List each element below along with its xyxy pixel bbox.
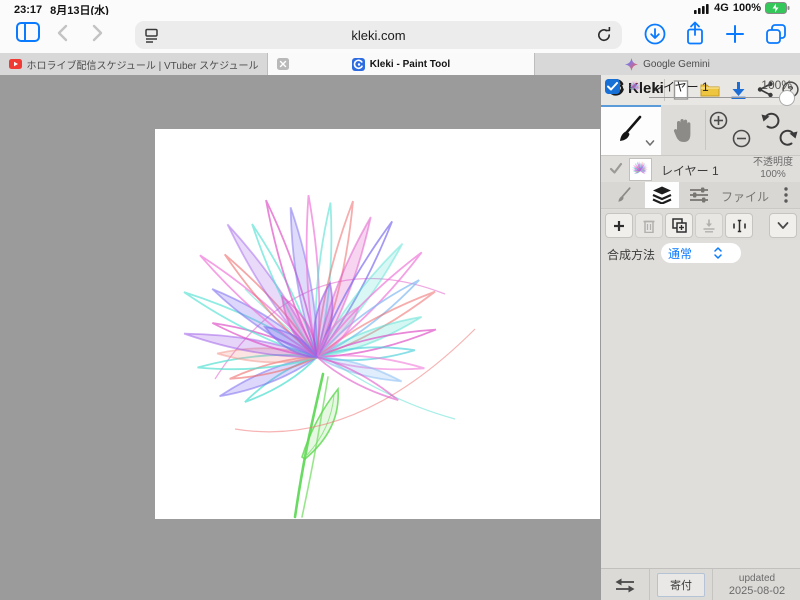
updated-info: updated 2025-08-02 [713, 569, 800, 600]
tab-brush-settings-icon[interactable] [615, 187, 633, 204]
zoom-in-icon[interactable] [709, 111, 728, 130]
ipad-screen: 23:17 8月13日(水) 4G 100% [0, 0, 800, 600]
tab-layers[interactable] [645, 182, 679, 208]
active-layer-row: レイヤー 1 不透明度 100% [601, 155, 800, 183]
kleki-favicon [352, 58, 365, 71]
sidebar-bottom-bar: 寄付 updated 2025-08-02 [601, 568, 800, 600]
opacity-slider-track[interactable] [649, 97, 787, 98]
battery-icon [765, 2, 790, 14]
tab-label: Google Gemini [643, 59, 710, 70]
page-settings-icon[interactable] [144, 28, 159, 43]
tab-bar: ホロライブ配信スケジュール | VTuber スケジュール Kleki - Pa… [0, 53, 800, 76]
layer-visible-check-icon[interactable] [609, 162, 623, 175]
tab-gemini[interactable]: Google Gemini [535, 53, 800, 75]
merge-down-icon [702, 219, 716, 233]
battery-percent: 100% [733, 2, 761, 14]
divider [705, 110, 706, 150]
swap-colors-button[interactable] [601, 569, 650, 600]
redo-icon[interactable] [778, 128, 798, 147]
brush-options-chevron-icon[interactable] [645, 139, 655, 147]
signal-icon [694, 3, 710, 14]
donate-button[interactable]: 寄付 [657, 573, 705, 597]
layer-item-thumbnail [627, 79, 643, 95]
duplicate-layer-button[interactable] [665, 213, 693, 238]
check-icon [607, 82, 618, 91]
layer-checkbox[interactable] [605, 79, 620, 94]
rename-icon [732, 219, 747, 233]
forward-icon[interactable] [92, 24, 104, 42]
rename-layer-button[interactable] [725, 213, 753, 238]
new-tab-icon[interactable] [725, 24, 745, 44]
reload-icon[interactable] [596, 27, 612, 43]
layer-thumbnail[interactable] [629, 158, 652, 181]
kleki-sidebar: Kleki [600, 75, 800, 600]
select-chevrons-icon [714, 247, 722, 259]
trash-icon [643, 219, 655, 233]
hand-tool-icon[interactable] [671, 117, 697, 144]
tool-row [601, 105, 800, 156]
layer-actions [601, 210, 800, 240]
blend-mode-row: 合成方法 通常 [601, 241, 800, 266]
network-type: 4G [714, 2, 729, 14]
sidebar-toggle-icon[interactable] [16, 22, 40, 42]
merge-layer-button [695, 213, 723, 238]
active-layer-name: レイヤー 1 [661, 162, 719, 179]
opacity-slider-knob[interactable] [779, 90, 795, 106]
drawing-canvas[interactable] [155, 129, 600, 519]
brush-tool[interactable] [601, 105, 661, 155]
blend-mode-value: 通常 [668, 245, 692, 262]
panel-tabs: ファイル [601, 182, 800, 209]
duplicate-icon [672, 218, 687, 233]
share-icon[interactable] [685, 21, 705, 46]
tab-settings-icon[interactable] [689, 187, 709, 203]
opacity-readout: 不透明度 100% [753, 157, 793, 181]
blend-mode-label: 合成方法 [607, 246, 655, 263]
tab-label: Kleki - Paint Tool [370, 59, 450, 70]
add-layer-button[interactable] [605, 213, 633, 238]
back-icon[interactable] [56, 24, 68, 42]
tab-hololive[interactable]: ホロライブ配信スケジュール | VTuber スケジュール [0, 53, 268, 75]
layers-icon [652, 186, 672, 204]
address-bar[interactable]: kleki.com [135, 21, 622, 49]
swap-icon [614, 578, 636, 593]
chevron-down-icon [777, 221, 789, 230]
brush-icon [617, 115, 643, 145]
close-tab-icon[interactable] [277, 58, 289, 70]
url-text: kleki.com [351, 28, 405, 43]
donate-cell: 寄付 [650, 569, 713, 600]
zoom-out-icon[interactable] [732, 129, 751, 148]
collapse-panel-button[interactable] [769, 213, 797, 238]
kleki-workspace: Kleki [0, 75, 800, 600]
download-icon[interactable] [644, 23, 666, 45]
status-bar: 23:17 8月13日(水) 4G 100% [0, 0, 800, 15]
delete-layer-button [635, 213, 663, 238]
youtube-icon [9, 59, 22, 69]
layer-item-name: レイヤー 1 [651, 78, 709, 95]
flower-drawing [155, 129, 600, 519]
tab-file[interactable]: ファイル [721, 188, 769, 205]
tabs-overview-icon[interactable] [765, 23, 787, 45]
tab-kleki[interactable]: Kleki - Paint Tool [268, 53, 535, 75]
plus-icon [613, 220, 625, 232]
browser-toolbar: kleki.com [0, 15, 800, 53]
gemini-icon [625, 58, 638, 71]
tab-label: ホロライブ配信スケジュール | VTuber スケジュール [27, 57, 259, 72]
blend-mode-select[interactable]: 通常 [661, 243, 741, 263]
more-menu-icon[interactable] [784, 187, 788, 203]
